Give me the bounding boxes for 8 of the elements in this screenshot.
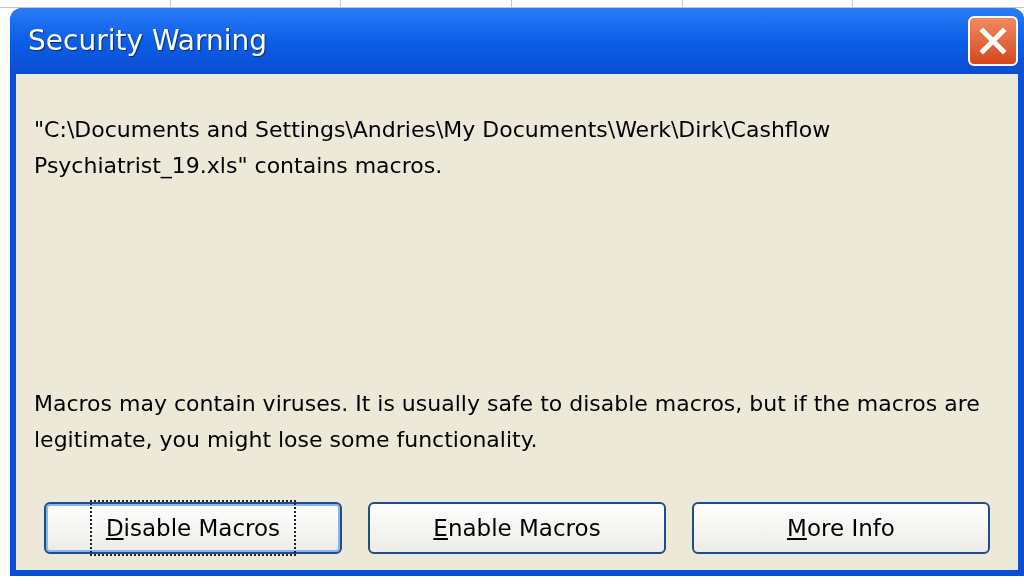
dialog-button[interactable]: Enable Macros: [368, 502, 666, 554]
virus-warning: Macros may contain viruses. It is usually safe to disable macros, but if the macros are legitimate, you might lose some functionality.: [34, 390, 981, 454]
dialog-button[interactable]: More Info: [692, 502, 990, 554]
window-title: Security Warning: [28, 23, 267, 59]
close-icon: [979, 27, 1007, 55]
dialog-button[interactable]: Disable Macros: [44, 502, 342, 554]
close-button[interactable]: [968, 16, 1018, 66]
file-message: "C:\Documents and Settings\Andries\My Documents\Werk\Dirk\Cashflow Psychiatrist_19.xls" contains macros.: [34, 116, 832, 181]
